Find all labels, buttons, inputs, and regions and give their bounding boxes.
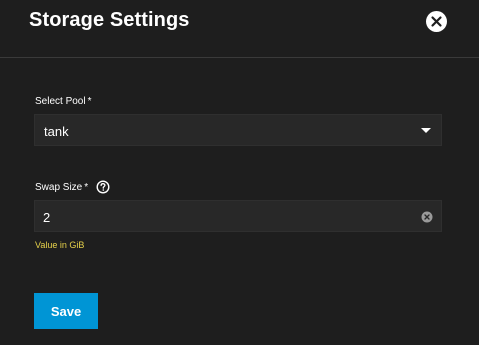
swap-size-hint: Value in GiB [35,240,85,250]
dialog-title: Storage Settings [29,9,190,31]
swap-size-label-text: Swap Size [35,182,83,193]
clear-icon[interactable] [421,211,433,223]
select-pool-label: Select Pool * [35,96,92,107]
swap-size-label: Swap Size * [35,182,88,193]
header-divider [0,57,479,58]
swap-size-input[interactable] [43,207,413,227]
storage-settings-dialog: Storage Settings Select Pool * tank Swap … [0,0,479,345]
swap-size-field [34,200,442,232]
required-marker: * [87,96,92,107]
close-icon [431,16,442,27]
save-button[interactable]: Save [34,293,98,329]
select-pool-value: tank [44,124,69,139]
chevron-down-icon [421,128,431,133]
help-icon[interactable] [96,180,110,194]
select-pool-label-text: Select Pool [35,96,86,107]
close-button[interactable] [426,11,447,32]
dialog-header: Storage Settings [0,0,479,44]
required-marker: * [84,182,89,193]
select-pool-dropdown[interactable]: tank [34,114,442,146]
